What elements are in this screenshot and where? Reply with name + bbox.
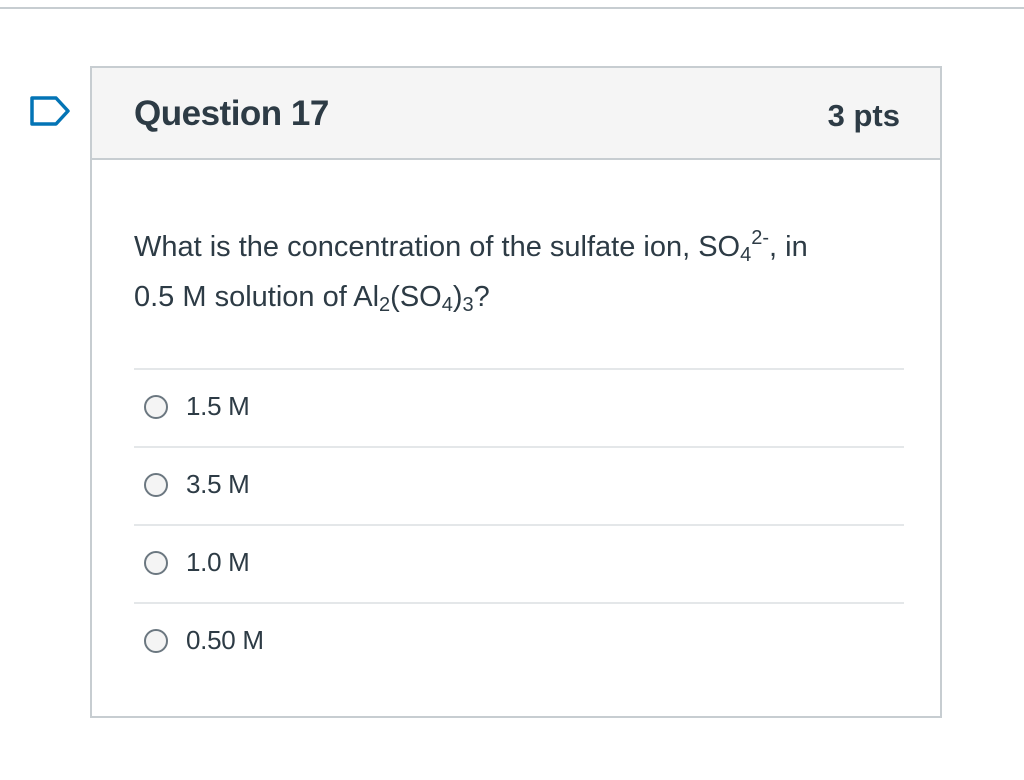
answer-label[interactable]: 1.0 M: [186, 547, 250, 578]
radio-button[interactable]: [144, 551, 168, 575]
answer-option[interactable]: 3.5 M: [134, 446, 904, 524]
radio-button[interactable]: [144, 395, 168, 419]
answer-label[interactable]: 3.5 M: [186, 469, 250, 500]
answer-label[interactable]: 0.50 M: [186, 625, 264, 656]
top-divider: [0, 7, 1024, 9]
question-card: Question 17 3 pts What is the concentrat…: [90, 66, 942, 718]
question-text: What is the concentration of the sulfate…: [134, 227, 808, 316]
answer-option[interactable]: 1.0 M: [134, 524, 904, 602]
question-header: Question 17 3 pts: [92, 68, 940, 160]
question-title: Question 17: [134, 94, 329, 133]
answer-option[interactable]: 0.50 M: [134, 602, 904, 680]
question-points: 3 pts: [827, 98, 900, 133]
flag-question-icon[interactable]: [28, 94, 72, 128]
radio-button[interactable]: [144, 629, 168, 653]
answer-label[interactable]: 1.5 M: [186, 391, 250, 422]
radio-button[interactable]: [144, 473, 168, 497]
answer-list: 1.5 M 3.5 M 1.0 M 0.50 M: [134, 368, 904, 680]
answer-option[interactable]: 1.5 M: [134, 368, 904, 446]
